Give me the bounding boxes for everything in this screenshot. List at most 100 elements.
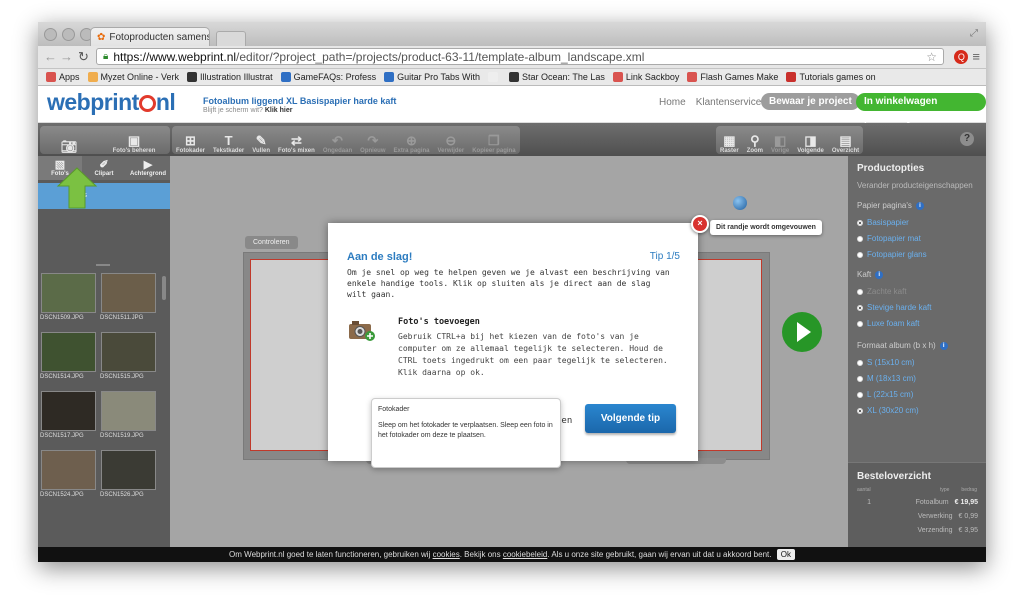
radio-button[interactable] [857, 407, 863, 414]
option-paper-item[interactable]: Basispapier [857, 218, 909, 227]
bookmark-item[interactable]: Illustration Illustrat [187, 72, 273, 82]
webprint-logo[interactable]: webprint nl [47, 89, 176, 116]
info-icon[interactable]: i [875, 270, 884, 279]
bookmark-item[interactable]: Myzet Online - Verk [87, 72, 179, 82]
bookmark-item[interactable]: Guitar Pro Tabs With [384, 72, 480, 82]
nav-home[interactable]: Home [659, 97, 686, 108]
camera-add-button[interactable]: 📷︎ [40, 126, 98, 154]
next-tip-button[interactable]: Volgende tip [585, 404, 676, 433]
radio-button[interactable] [857, 391, 863, 398]
cookies-link[interactable]: cookies [433, 550, 460, 559]
radio-button[interactable] [857, 235, 863, 242]
manage-photos-button[interactable]: ▣ Foto's beheren [98, 126, 170, 155]
toolbar-fill-button[interactable]: ✎ Vullen [248, 126, 274, 155]
option-paper-item[interactable]: Fotopapier mat [857, 234, 921, 243]
photo-thumbnail[interactable]: DSCN1517.JPG [40, 391, 96, 439]
bookmark-label: GameFAQs: Profess [293, 72, 377, 82]
photo-thumbnail[interactable]: DSCN1515.JPG [100, 332, 156, 380]
new-tab-button[interactable] [216, 31, 246, 47]
toolbar-zoom-button[interactable]: ⚲ Zoom [743, 126, 767, 155]
radio-button[interactable] [857, 359, 863, 366]
photo-thumbnail[interactable]: DSCN1509.JPG [40, 273, 96, 321]
toolbar-grid-button[interactable]: ▦ Raster [716, 126, 743, 155]
bookmark-label: Illustration Illustrat [200, 72, 273, 82]
add-photos-camera-icon [349, 321, 375, 341]
back-icon[interactable]: ← [44, 49, 57, 64]
toolbar-photo-frame-button[interactable]: ⊞ Fotokader [172, 126, 209, 155]
cookie-ok-button[interactable]: Ok [776, 549, 795, 560]
extension-icon[interactable]: Q [954, 49, 969, 64]
radio-button[interactable] [857, 251, 863, 258]
option-paper-item[interactable]: Fotopapier glans [857, 250, 927, 259]
toolbar-shuffle-button[interactable]: ⇄ Foto's mixen [274, 126, 319, 155]
bookmark-label: Flash Games Make [700, 72, 779, 82]
minimize-window-button[interactable] [62, 28, 75, 41]
add-to-cart-button[interactable]: In winkelwagen plaatsen ▶ [856, 93, 986, 125]
toolbar-redo-button[interactable]: ↷ Opnieuw [356, 126, 389, 155]
dialog-close-icon[interactable]: × [691, 215, 709, 233]
forward-icon[interactable]: → [60, 49, 73, 64]
bookmark-item[interactable]: Tutorials games on [786, 72, 876, 82]
col-qty: aantal [857, 487, 871, 493]
menu-icon[interactable]: ≡ [972, 49, 980, 64]
photo-thumbnail[interactable]: DSCN1511.JPG [100, 273, 156, 321]
info-icon[interactable]: i [939, 341, 948, 350]
info-icon[interactable]: i [915, 201, 924, 210]
option-cover-item[interactable]: Luxe foam kaft [857, 319, 919, 328]
order-summary: Besteloverzicht aantal type bedrag 1 Foto… [848, 462, 986, 553]
nav-klantenservice[interactable]: Klantenservice [696, 97, 762, 108]
toolbar-label: Zoom [746, 148, 764, 154]
green-arrow-up-icon [56, 167, 98, 209]
radio-button[interactable] [857, 304, 863, 311]
lock-icon: 🔒︎ [103, 51, 109, 62]
option-label: Luxe foam kaft [867, 319, 920, 328]
bookmark-star-icon[interactable]: ☆ [926, 50, 937, 64]
option-format-item[interactable]: S (15x10 cm) [857, 358, 915, 367]
toolbar-text-frame-button[interactable]: T Tekstkader [209, 126, 248, 155]
resize-handle[interactable] [96, 264, 110, 266]
fullscreen-icon[interactable]: ⤢ [970, 28, 978, 39]
radio-button[interactable] [857, 219, 863, 226]
check-button[interactable]: Controleren [245, 236, 298, 249]
bookmark-item[interactable]: Link Sackboy [612, 72, 679, 82]
photo-scrollbar[interactable] [162, 276, 166, 300]
photo-thumbnail[interactable]: DSCN1519.JPG [100, 391, 156, 439]
bookmark-item[interactable]: Flash Games Make [687, 72, 778, 82]
toolbar-label: Opnieuw [360, 148, 386, 154]
address-bar[interactable]: 🔒︎ https://www.webprint.nl /editor/?proj… [96, 48, 944, 65]
close-window-button[interactable] [44, 28, 57, 41]
toolbar-next-button[interactable]: ◨ Volgende [793, 126, 828, 155]
radio-button[interactable] [857, 320, 863, 327]
toolbar-previous-button[interactable]: ◧ Vorige [767, 126, 793, 155]
reload-icon[interactable]: ↻ [78, 49, 89, 65]
bookmark-item[interactable]: GameFAQs: Profess [280, 72, 377, 82]
option-format-item[interactable]: XL (30x20 cm) [857, 406, 919, 415]
option-format-item[interactable]: L (22x15 cm) [857, 390, 913, 399]
option-format-item[interactable]: M (18x13 cm) [857, 374, 916, 383]
toolbar-add-page-button[interactable]: ⊕ Extra pagina [390, 126, 434, 155]
bookmark-item[interactable]: Apps [46, 72, 80, 82]
toolbar-overview-button[interactable]: ▤ Overzicht [828, 126, 863, 155]
photo-thumbnail[interactable]: DSCN1526.JPG [100, 450, 156, 498]
next-page-play-button[interactable] [782, 312, 822, 352]
bookmark-icon [187, 72, 198, 82]
window-controls [44, 28, 93, 41]
cookie-policy-link[interactable]: cookiebeleid [503, 550, 547, 559]
toolbar-undo-button[interactable]: ↶ Ongedaan [319, 126, 356, 155]
browser-tab[interactable]: ✿ Fotoproducten samenstel × [90, 27, 210, 46]
bookmark-item[interactable] [487, 72, 501, 82]
help-link[interactable]: Klik hier [265, 107, 293, 114]
tab-background[interactable]: ▶ Achtergrond [126, 156, 170, 180]
toolbar-copy-page-button[interactable]: ❐ Kopieer pagina [468, 126, 519, 155]
photo-thumbnail[interactable]: DSCN1514.JPG [40, 332, 96, 380]
toolbar-label: Raster [720, 148, 739, 154]
save-project-button[interactable]: Bewaar je project [761, 93, 860, 110]
bookmark-item[interactable]: Star Ocean: The Las [508, 72, 605, 82]
photo-thumbnail[interactable]: DSCN1524.JPG [40, 450, 96, 498]
option-cover-item[interactable]: Stevige harde kaft [857, 303, 931, 312]
toolbar-group-edit: ⊞ Fotokader T Tekstkader ✎ Vullen ⇄ Foto's mixe… [172, 126, 520, 154]
bookmark-icon [280, 72, 291, 82]
toolbar-delete-page-button[interactable]: ⊖ Verwijder [434, 126, 469, 155]
help-icon[interactable]: ? [960, 132, 974, 146]
radio-button[interactable] [857, 375, 863, 382]
